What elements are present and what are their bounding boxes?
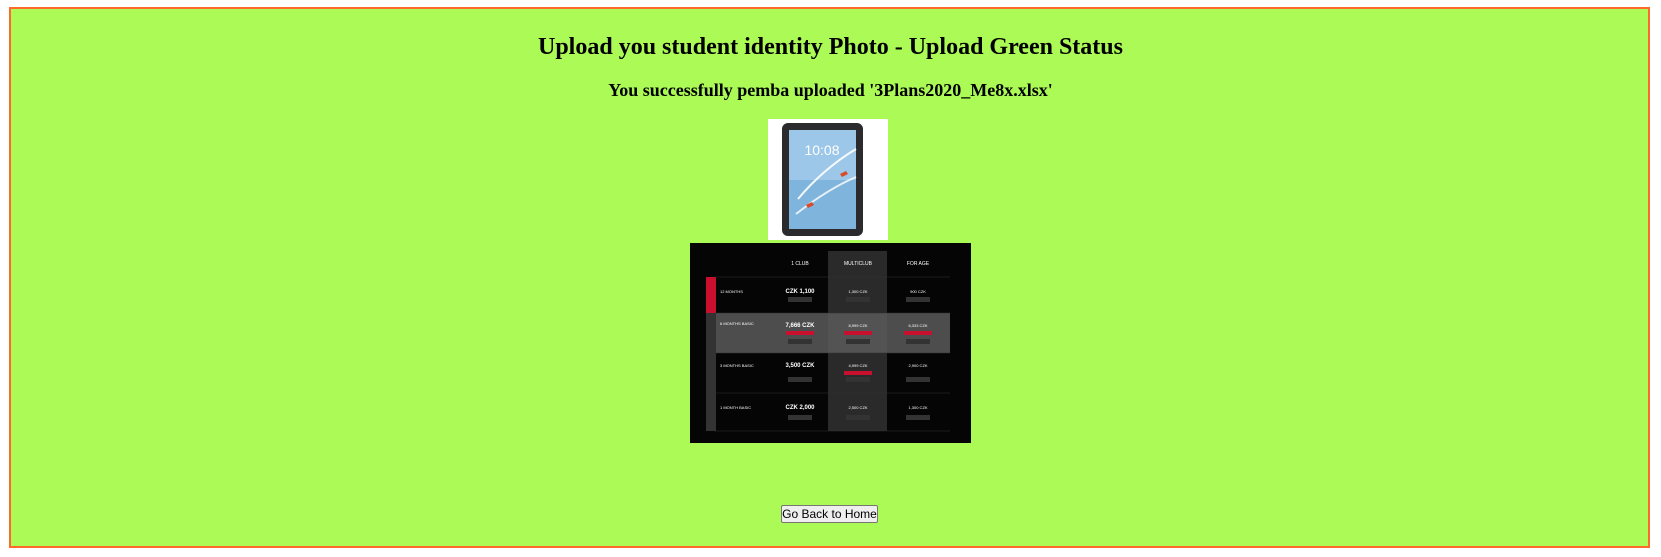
plans-row-1-val-3: 900 CZK [910,289,926,294]
go-back-home-button[interactable]: Go Back to Home [781,505,878,523]
plans-row-3-name: 3 MONTHS BASIC [720,363,754,368]
plans-col-header-2: MULTICLUB [844,261,873,267]
plans-row-4-name: 1 MONTH BASIC [720,405,751,410]
plans-row-3-val-1: 3,500 CZK [785,363,815,369]
plans-row-1-val-1: CZK 1,100 [785,289,815,295]
plans-col-header-3: FOR AGE [907,261,930,267]
tablet-clock-text: 10:08 [804,142,839,158]
plans-row-2-name: 6 MONTHS BASIC [720,321,754,326]
tablet-photo: 10:08 [768,119,888,240]
plans-col-header-1: 1 CLUB [791,261,809,267]
plans-row-4-val-1: CZK 2,000 [785,405,815,411]
plans-row-1-val-2: 1,300 CZK [848,289,867,294]
upload-success-message: You successfully pemba uploaded '3Plans2… [608,80,1053,100]
plans-row-2-val-1: 7,666 CZK [785,323,815,329]
plans-row-1-name: 12 MONTHS [720,289,743,294]
plans-row-3-val-2: 4,999 CZK [848,363,867,368]
page-title: Upload you student identity Photo - Uplo… [538,34,1123,60]
plans-row-3-val-3: 2,900 CZK [908,363,927,368]
plans-row-2-val-2: 8,999 CZK [848,323,867,328]
membership-plans-image: 1 CLUB MULTICLUB FOR AGE 12 MONTHS CZK 1… [690,243,971,443]
plans-row-4-val-2: 2,500 CZK [848,405,867,410]
plans-row-2-val-3: 6,333 CZK [908,323,927,328]
plans-row-4-val-3: 1,300 CZK [908,405,927,410]
